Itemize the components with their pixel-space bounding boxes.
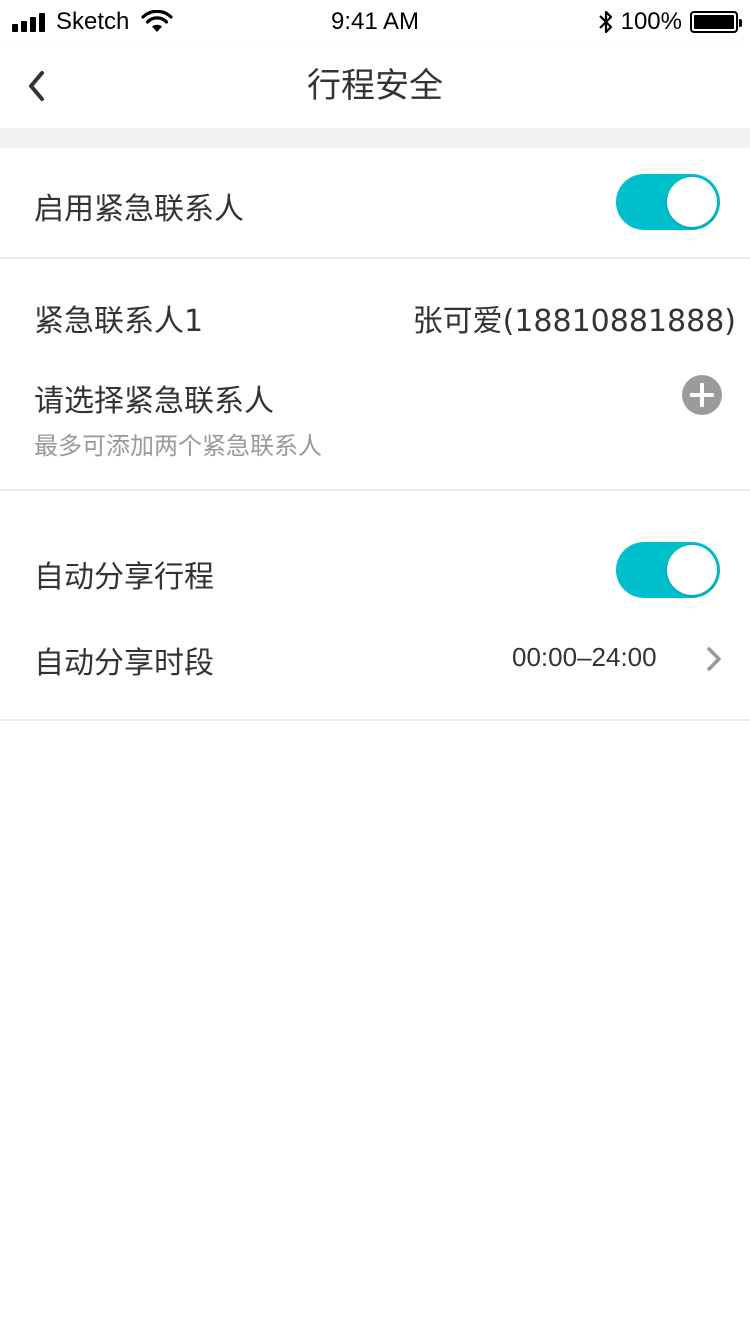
- battery-icon: [690, 11, 742, 33]
- battery-percent: 100%: [620, 8, 682, 35]
- divider: [0, 257, 750, 259]
- add-contact-button[interactable]: [682, 375, 722, 415]
- toggle-knob: [667, 177, 717, 227]
- divider: [0, 719, 750, 721]
- page-title: 行程安全: [307, 66, 443, 106]
- contact1-label: 紧急联系人1: [34, 304, 204, 339]
- divider: [0, 489, 750, 491]
- chevron-right-icon[interactable]: [700, 644, 728, 674]
- select-contact-hint: 最多可添加两个紧急联系人: [34, 432, 322, 460]
- enable-emergency-toggle[interactable]: [616, 174, 720, 230]
- status-right: 100%: [597, 8, 742, 36]
- auto-share-label: 自动分享行程: [34, 560, 214, 595]
- share-period-label: 自动分享时段: [34, 646, 214, 681]
- select-contact-label[interactable]: 请选择紧急联系人: [34, 376, 274, 420]
- toggle-knob: [667, 545, 717, 595]
- status-bar: Sketch 9:41 AM 100%: [0, 0, 750, 44]
- enable-emergency-label: 启用紧急联系人: [34, 192, 244, 227]
- contact1-value[interactable]: 张可爱(18810881888): [413, 296, 736, 340]
- nav-bar: 行程安全: [0, 44, 750, 128]
- bluetooth-icon: [598, 10, 612, 34]
- share-period-value[interactable]: 00:00–24:00: [512, 642, 657, 673]
- section-gap: [0, 128, 750, 148]
- auto-share-toggle[interactable]: [616, 542, 720, 598]
